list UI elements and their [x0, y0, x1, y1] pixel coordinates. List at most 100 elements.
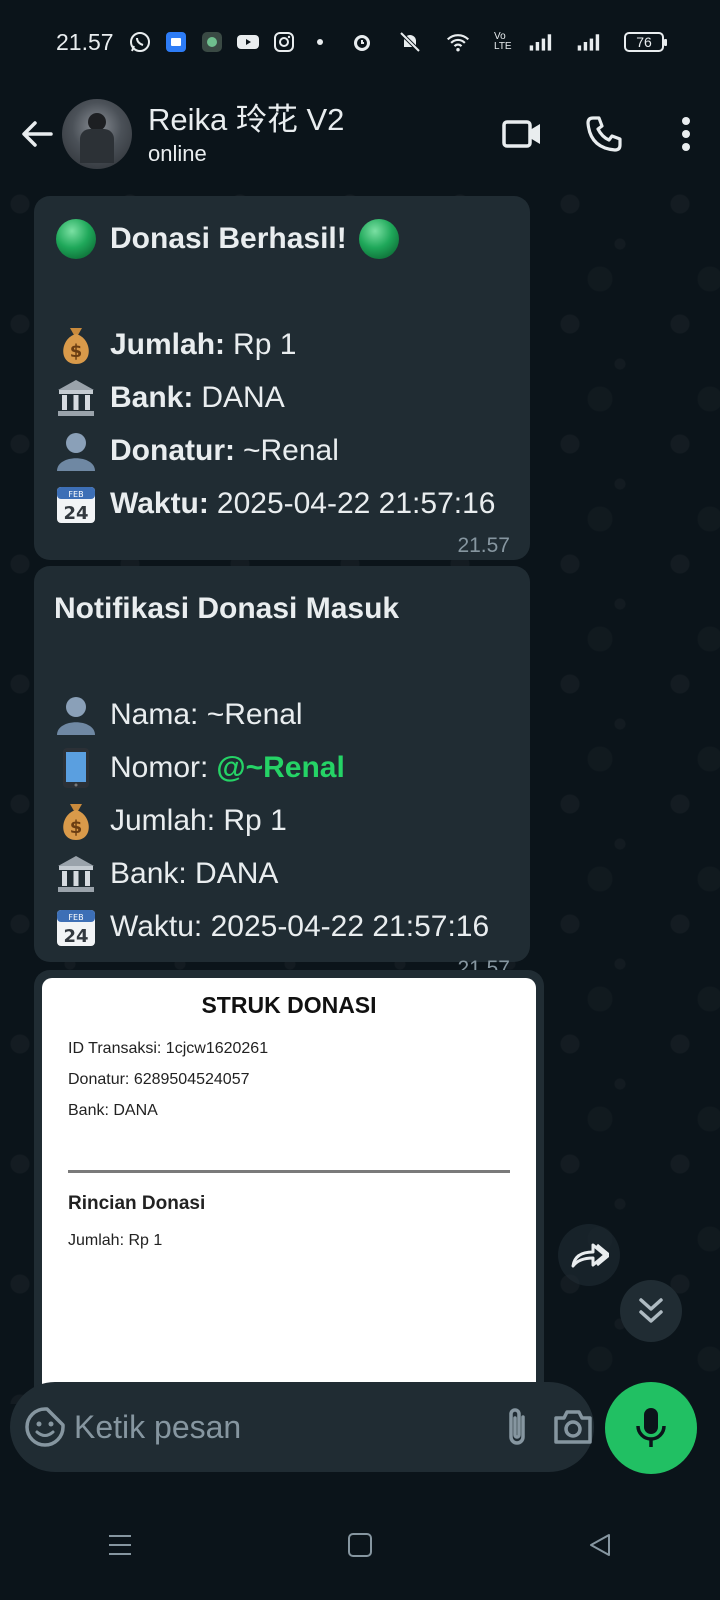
heading-text: Notifikasi Donasi Masuk	[54, 592, 400, 625]
status-right: Vo LTE 76	[350, 30, 667, 54]
bank-icon	[54, 376, 98, 420]
more-vertical-icon	[682, 117, 690, 151]
app-notification-icon	[164, 30, 188, 54]
image-message[interactable]: STRUK DONASI ID Transaksi: 1cjcw1620261 …	[34, 970, 544, 1404]
video-call-button[interactable]	[492, 104, 552, 164]
chat-screen: 21.57 Vo LTE 76 Reika 玲花 V2 online Donas…	[0, 0, 720, 1600]
nav-back-button[interactable]	[570, 1515, 630, 1575]
svg-text:FEB: FEB	[68, 490, 83, 499]
nav-menu-button[interactable]	[90, 1515, 150, 1575]
phone-icon	[586, 116, 622, 152]
receipt-divider	[68, 1170, 510, 1173]
person-icon	[54, 693, 98, 737]
calendar-icon: FEB 24	[54, 482, 98, 526]
message-bubble[interactable]: Donasi Berhasil! $ Jumlah: Rp 1 Bank: DA…	[34, 196, 530, 560]
sticker-icon	[25, 1407, 65, 1447]
message-heading: Donasi Berhasil!	[54, 212, 510, 265]
line-text: Bank: DANA	[110, 857, 279, 890]
svg-text:$: $	[70, 817, 83, 838]
message-heading: Notifikasi Donasi Masuk	[54, 582, 510, 635]
status-bar: 21.57 Vo LTE 76	[0, 0, 720, 84]
contact-name: Reika 玲花 V2	[148, 102, 345, 137]
menu-lines-icon	[109, 1535, 131, 1555]
line-value: Rp 1	[233, 328, 297, 361]
status-time: 21.57	[56, 28, 114, 55]
battery-indicator: 76	[624, 32, 667, 52]
camera-button[interactable]	[552, 1399, 594, 1455]
arrow-left-icon	[22, 121, 53, 147]
receipt-title: STRUK DONASI	[201, 992, 377, 1018]
square-icon	[348, 1533, 372, 1557]
line-text: Nomor:	[110, 751, 209, 784]
message-line: Donatur: ~Renal	[54, 424, 510, 477]
message-line: Bank: DANA	[54, 847, 510, 900]
sticker-button[interactable]	[24, 1399, 66, 1455]
message-input[interactable]	[66, 1408, 502, 1446]
voice-message-button[interactable]	[605, 1382, 697, 1474]
line-label: Donatur:	[110, 434, 235, 467]
signal-icon-2	[576, 30, 600, 54]
chat-area[interactable]: Donasi Berhasil! $ Jumlah: Rp 1 Bank: DA…	[0, 184, 720, 1404]
video-camera-icon	[502, 120, 540, 148]
alarm-icon	[350, 30, 374, 54]
menu-button[interactable]	[656, 104, 716, 164]
instagram-icon	[272, 30, 296, 54]
back-button[interactable]	[12, 109, 62, 159]
message-line: Nomor: @~Renal	[54, 741, 510, 794]
receipt-amount: Jumlah: Rp 1	[68, 1232, 163, 1249]
svg-text:24: 24	[63, 926, 88, 947]
triangle-back-icon	[590, 1534, 610, 1556]
message-line: $ Jumlah: Rp 1	[54, 794, 510, 847]
receipt-transaction-id: ID Transaksi: 1cjcw1620261	[68, 1040, 269, 1057]
line-label: Jumlah:	[110, 328, 226, 361]
message-composer	[10, 1382, 594, 1472]
receipt-donor: Donatur: 6289504524057	[68, 1071, 250, 1088]
message-line: $ Jumlah: Rp 1	[54, 318, 510, 371]
bank-icon	[54, 852, 98, 896]
money-bag-icon: $	[54, 799, 98, 843]
more-notifications-dot-icon	[308, 30, 332, 54]
message-line: Bank: DANA	[54, 371, 510, 424]
microphone-icon	[636, 1408, 666, 1447]
voice-call-button[interactable]	[574, 104, 634, 164]
line-value: ~Renal	[242, 434, 339, 467]
person-icon	[54, 429, 98, 473]
receipt-image[interactable]: STRUK DONASI ID Transaksi: 1cjcw1620261 …	[42, 978, 536, 1404]
forward-button[interactable]	[558, 1224, 620, 1286]
line-text: Waktu: 2025-04-22 21:57:16	[110, 910, 490, 943]
line-value: DANA	[201, 381, 285, 414]
double-chevron-down-icon	[639, 1298, 663, 1323]
contact-status: online	[148, 141, 207, 166]
signal-icon	[528, 30, 552, 54]
system-nav-bar	[0, 1490, 720, 1600]
receipt-bank: Bank: DANA	[68, 1102, 158, 1119]
contact-info[interactable]: Reika 玲花 V2 online	[148, 101, 344, 167]
heading-text: Donasi Berhasil!	[110, 222, 347, 255]
line-value: 2025-04-22 21:57:16	[216, 487, 496, 520]
youtube-icon	[236, 30, 260, 54]
line-text: Nama: ~Renal	[110, 698, 303, 731]
attach-button[interactable]	[502, 1399, 532, 1455]
message-bubble[interactable]: Notifikasi Donasi Masuk Nama: ~Renal Nom…	[34, 566, 530, 980]
line-text: Jumlah: Rp 1	[110, 804, 287, 837]
forward-icon	[571, 1243, 609, 1268]
lte-label: Vo LTE	[494, 31, 512, 52]
nav-home-button[interactable]	[330, 1515, 390, 1575]
svg-text:24: 24	[63, 503, 88, 524]
message-line: FEB 24 Waktu: 2025-04-22 21:57:16	[54, 900, 510, 953]
phone-icon	[54, 746, 98, 790]
mention-link[interactable]: @~Renal	[216, 741, 344, 794]
scroll-to-bottom-button[interactable]	[620, 1280, 682, 1342]
message-time: 21.57	[457, 534, 510, 557]
app-notification-icon-2	[200, 30, 224, 54]
whatsapp-icon	[128, 30, 152, 54]
line-label: Bank:	[110, 381, 194, 414]
camera-icon	[554, 1410, 592, 1444]
avatar[interactable]	[62, 99, 132, 169]
receipt-section-title: Rincian Donasi	[68, 1193, 206, 1214]
message-line: Nama: ~Renal	[54, 688, 510, 741]
money-bag-icon: $	[54, 323, 98, 367]
green-circle-icon	[54, 217, 98, 261]
green-circle-icon	[357, 217, 401, 261]
